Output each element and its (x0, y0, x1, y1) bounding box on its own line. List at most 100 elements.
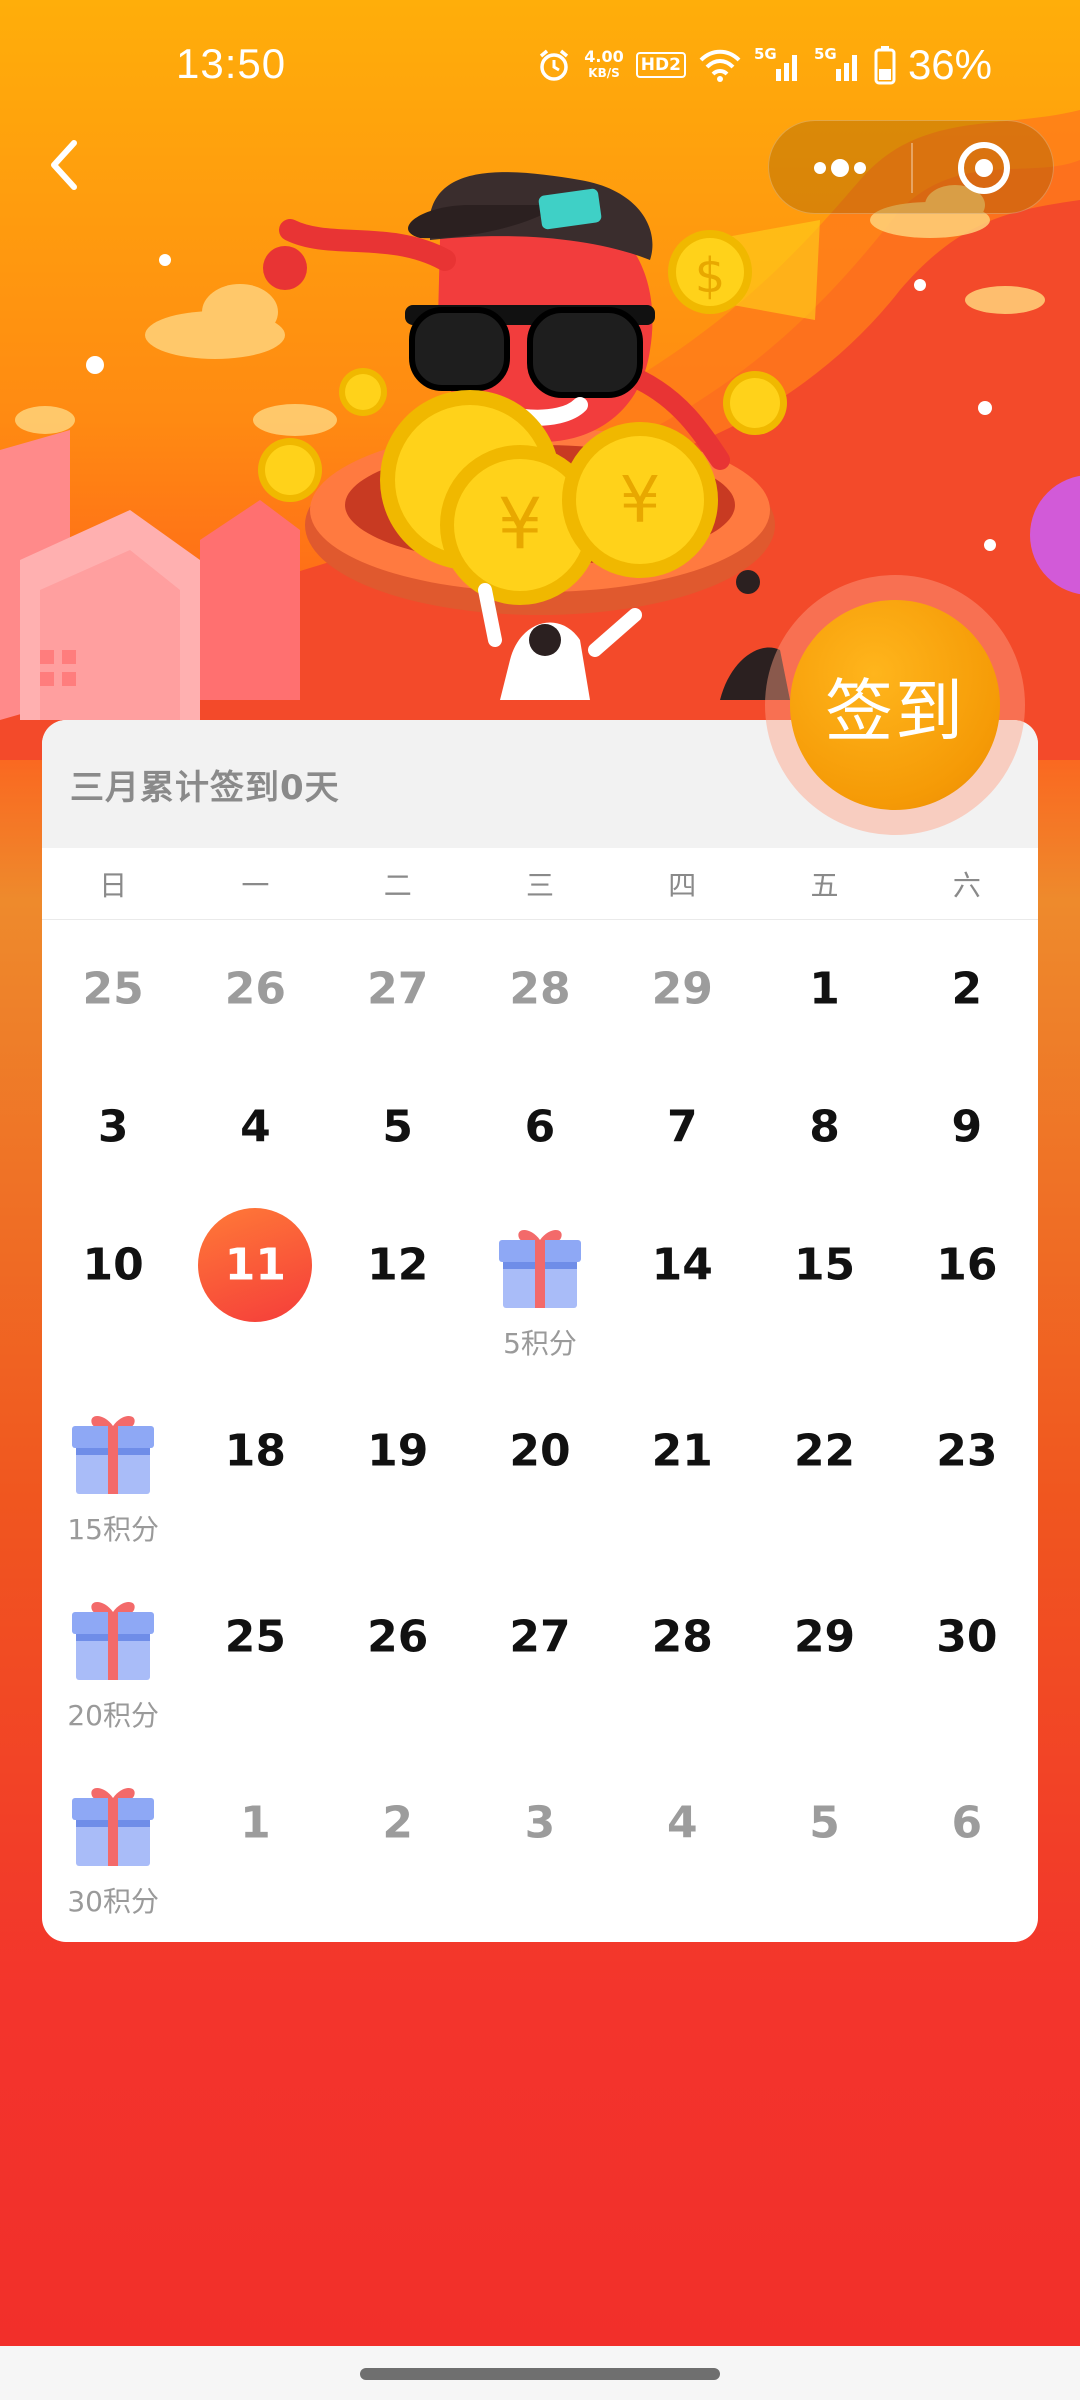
weekday-label: 五 (810, 868, 839, 902)
calendar-day[interactable]: 30 (896, 1568, 1038, 1754)
calendar-day-reward[interactable]: 30积分 (42, 1754, 184, 1940)
svg-text:$: $ (695, 248, 726, 304)
calendar-day[interactable]: 29 (753, 1568, 895, 1754)
day-number: 29 (651, 963, 713, 1015)
weekday-label: 三 (525, 868, 554, 902)
calendar-day[interactable]: 19 (327, 1382, 469, 1568)
day-number: 15 (793, 1239, 856, 1291)
close-button[interactable] (913, 121, 1055, 215)
reward-points-label: 5积分 (503, 1327, 577, 1360)
home-indicator[interactable] (360, 2368, 720, 2380)
day-number: 20 (509, 1425, 571, 1477)
day-number: 9 (951, 1101, 983, 1153)
day-number: 2 (382, 1797, 414, 1849)
calendar-day[interactable]: 23 (896, 1382, 1038, 1568)
day-number: 16 (936, 1239, 998, 1291)
calendar-day[interactable]: 8 (753, 1058, 895, 1196)
day-number: 18 (224, 1425, 287, 1477)
calendar-day[interactable]: 2 (327, 1754, 469, 1940)
calendar-day[interactable]: 25 (42, 920, 184, 1058)
calendar-card: 三月累计签到0天 日 一 二 三 四 五 六 25 26 27 28 29 1 … (42, 720, 1038, 1942)
day-number: 22 (793, 1425, 856, 1477)
calendar-day[interactable]: 21 (611, 1382, 753, 1568)
calendar-day[interactable]: 15 (753, 1196, 895, 1382)
calendar-day[interactable]: 14 (611, 1196, 753, 1382)
calendar-week: 25 26 27 28 29 1 2 (42, 920, 1038, 1058)
reward-points-label: 15积分 (67, 1513, 159, 1546)
calendar-day-today[interactable]: 11 (184, 1196, 326, 1382)
day-number: 27 (367, 963, 429, 1015)
calendar-day[interactable]: 4 (611, 1754, 753, 1940)
calendar-day[interactable]: 7 (611, 1058, 753, 1196)
net-speed: 4.00 KB/S (584, 49, 623, 81)
checkin-summary: 三月累计签到0天 (70, 767, 340, 808)
calendar-day[interactable]: 20 (469, 1382, 611, 1568)
sign-in-button[interactable]: 签到 (790, 600, 1000, 810)
calendar-day[interactable]: 26 (184, 920, 326, 1058)
calendar-day[interactable]: 12 (327, 1196, 469, 1382)
day-number: 3 (524, 1797, 556, 1849)
calendar-day[interactable]: 28 (611, 1568, 753, 1754)
calendar-day-reward[interactable]: 15积分 (42, 1382, 184, 1568)
day-number: 8 (809, 1101, 840, 1153)
calendar-day[interactable]: 1 (184, 1754, 326, 1940)
reward-points-label: 30积分 (67, 1885, 159, 1918)
calendar-day[interactable]: 22 (753, 1382, 895, 1568)
day-number: 7 (666, 1101, 698, 1153)
battery-icon (874, 46, 896, 85)
gift-icon (72, 1416, 155, 1494)
status-time: 13:50 (176, 40, 287, 87)
gift-icon (72, 1788, 155, 1866)
calendar-day[interactable]: 28 (469, 920, 611, 1058)
weekday-label: 四 (668, 868, 697, 902)
calendar-day[interactable]: 4 (184, 1058, 326, 1196)
day-number: 19 (367, 1425, 429, 1477)
day-number: 5 (382, 1101, 414, 1153)
calendar-day[interactable]: 25 (184, 1568, 326, 1754)
calendar-day[interactable]: 6 (469, 1058, 611, 1196)
calendar-day[interactable]: 6 (896, 1754, 1038, 1940)
day-number: 6 (524, 1101, 556, 1153)
calendar-day[interactable]: 5 (753, 1754, 895, 1940)
chevron-left-icon (51, 140, 77, 190)
weekday-label: 六 (952, 868, 981, 902)
svg-text:¥: ¥ (498, 483, 543, 565)
calendar-day[interactable]: 29 (611, 920, 753, 1058)
day-number: 1 (809, 963, 840, 1015)
day-number: 21 (651, 1425, 713, 1477)
calendar-day[interactable]: 9 (896, 1058, 1038, 1196)
calendar-day[interactable]: 2 (896, 920, 1038, 1058)
gift-icon (72, 1602, 155, 1680)
day-number: 23 (936, 1425, 998, 1477)
calendar-day[interactable]: 1 (753, 920, 895, 1058)
calendar-day[interactable]: 10 (42, 1196, 184, 1382)
net-speed-value: 4.00 (584, 47, 624, 66)
target-close-icon (958, 142, 1010, 194)
day-number: 1 (240, 1797, 271, 1849)
day-number: 5 (809, 1797, 840, 1849)
calendar-day[interactable]: 3 (42, 1058, 184, 1196)
day-number: 4 (666, 1797, 698, 1849)
calendar-day[interactable]: 26 (327, 1568, 469, 1754)
more-dots-icon (814, 159, 866, 177)
calendar-day[interactable]: 16 (896, 1196, 1038, 1382)
calendar-day[interactable]: 18 (184, 1382, 326, 1568)
calendar-day[interactable]: 27 (469, 1568, 611, 1754)
status-bar: 13:50 4.00 KB/S HD2 5G 5G 36% (0, 0, 1080, 130)
day-number: 28 (651, 1611, 713, 1663)
calendar-day-reward[interactable]: 5积分 (469, 1196, 611, 1382)
more-button[interactable] (769, 121, 911, 215)
day-number: 28 (509, 963, 571, 1015)
calendar-day[interactable]: 27 (327, 920, 469, 1058)
calendar-week: 3 4 5 6 7 8 9 (42, 1058, 1038, 1196)
day-number: 3 (97, 1101, 129, 1153)
calendar-day[interactable]: 3 (469, 1754, 611, 1940)
weekday-label: 日 (99, 868, 128, 902)
calendar-day-reward[interactable]: 20积分 (42, 1568, 184, 1754)
day-number: 25 (82, 963, 144, 1015)
back-button[interactable] (40, 135, 90, 195)
calendar-day[interactable]: 5 (327, 1058, 469, 1196)
gift-icon (498, 1230, 581, 1308)
signal-5g-icon: 5G (814, 45, 862, 85)
day-number: 30 (936, 1611, 998, 1663)
